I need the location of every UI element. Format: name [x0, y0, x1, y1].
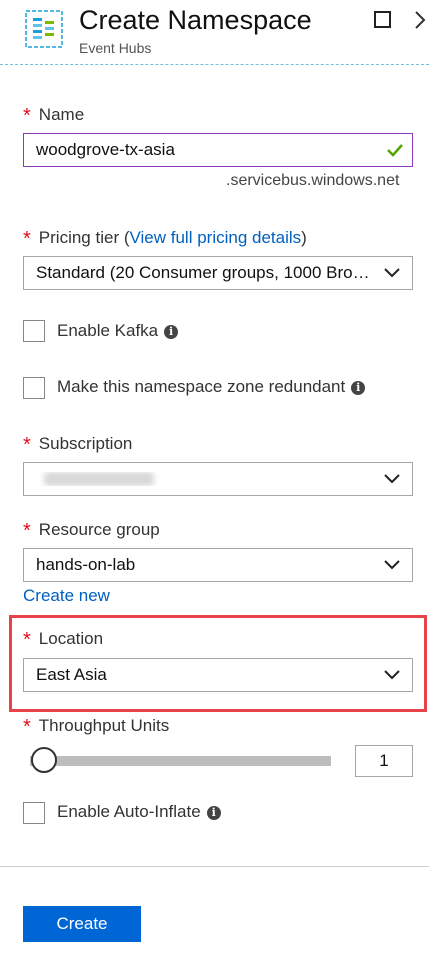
chevron-down-icon: [372, 474, 412, 484]
name-input[interactable]: woodgrove-tx-asia: [23, 133, 413, 167]
name-input-value: woodgrove-tx-asia: [36, 140, 175, 159]
pricing-tier-value: Standard (20 Consumer groups, 1000 Brok.…: [36, 263, 372, 282]
pricing-tier-select[interactable]: Standard (20 Consumer groups, 1000 Brok.…: [23, 256, 413, 290]
subscription-label: * Subscription: [23, 434, 133, 456]
enable-kafka-checkbox[interactable]: [23, 320, 45, 342]
resource-group-value: hands-on-lab: [36, 555, 136, 574]
throughput-units-input[interactable]: 1: [355, 745, 413, 777]
zone-redundant-label: Make this namespace zone redundant i: [57, 377, 366, 397]
resource-group-select[interactable]: hands-on-lab: [23, 548, 413, 582]
zone-redundant-checkbox[interactable]: [23, 377, 45, 399]
footer-divider: [0, 866, 429, 867]
namespace-suffix: .servicebus.windows.net: [226, 172, 400, 189]
subscription-select[interactable]: [23, 462, 413, 496]
chevron-down-icon: [372, 268, 412, 278]
location-select[interactable]: East Asia: [23, 658, 413, 692]
auto-inflate-label: Enable Auto-Inflate i: [57, 802, 221, 822]
required-marker: *: [23, 105, 31, 127]
location-label: * Location: [23, 629, 104, 651]
location-value: East Asia: [36, 665, 107, 684]
info-icon[interactable]: i: [351, 381, 366, 395]
info-icon[interactable]: i: [206, 806, 221, 820]
pricing-tier-label: * Pricing tier (View full pricing details…: [23, 228, 307, 250]
info-icon[interactable]: i: [164, 325, 179, 339]
auto-inflate-checkbox[interactable]: [23, 802, 45, 824]
throughput-units-value: 1: [379, 751, 389, 770]
create-button[interactable]: Create: [23, 906, 141, 942]
chevron-down-icon: [372, 560, 412, 570]
page-title: Create Namespace: [79, 5, 312, 35]
resource-group-label: * Resource group: [23, 520, 160, 542]
maximize-icon[interactable]: [374, 11, 391, 28]
create-new-link[interactable]: Create new: [23, 586, 110, 606]
throughput-slider-track[interactable]: [30, 756, 331, 766]
enable-kafka-label: Enable Kafka i: [57, 321, 179, 341]
checkmark-icon: [386, 142, 404, 163]
chevron-right-icon[interactable]: [413, 10, 427, 30]
event-hubs-icon: [24, 9, 64, 49]
header-divider: [0, 64, 429, 65]
subscription-value-redacted: [36, 472, 372, 486]
pricing-details-link[interactable]: View full pricing details: [129, 228, 301, 247]
throughput-slider-thumb[interactable]: [31, 747, 57, 773]
throughput-units-label: * Throughput Units: [23, 716, 170, 738]
chevron-down-icon: [372, 670, 412, 680]
page-subtitle: Event Hubs: [79, 40, 152, 56]
name-label: * Name: [23, 105, 85, 127]
